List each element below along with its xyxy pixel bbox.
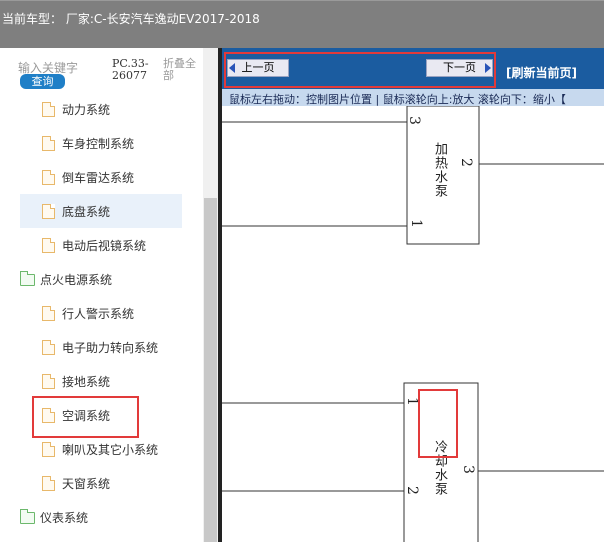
pin-label: 2 <box>404 486 420 495</box>
highlight-box-page-nav <box>224 52 496 88</box>
sidebar: 查询 PC.33-26077 折叠全部 动力系统 车身控制系统 倒车雷达系统 底… <box>0 48 203 542</box>
collapse-all-link[interactable]: 折叠全部 <box>163 58 201 82</box>
folder-icon <box>20 509 35 524</box>
file-icon <box>42 204 55 219</box>
file-icon <box>42 476 55 491</box>
file-icon <box>42 136 55 151</box>
tree-folder-instrument[interactable]: 仪表系统 <box>0 500 203 534</box>
tree-item-pedestrian-alert[interactable]: 行人警示系统 <box>0 296 203 330</box>
tree-item-label: 喇叭及其它小系统 <box>62 443 159 457</box>
mouse-hint: 鼠标左右拖动：控制图片位置 | 鼠标滚轮向上:放大 滚轮向下：缩小【 <box>229 93 566 106</box>
tree-item-body-control[interactable]: 车身控制系统 <box>0 126 203 160</box>
pin-label: 2 <box>458 158 474 167</box>
tree-item-label: 底盘系统 <box>62 205 111 219</box>
tree-item-label: 天窗系统 <box>62 477 111 491</box>
wiring-diagram[interactable]: 3 2 1 1 3 2 加热水泵 冷却水泵 <box>222 106 604 542</box>
file-icon <box>42 340 55 355</box>
tree-item-parking-radar[interactable]: 倒车雷达系统 <box>0 160 203 194</box>
tree-item-label: 行人警示系统 <box>62 307 135 321</box>
heater-pump-label: 加热水泵 <box>432 142 447 198</box>
tree-item-label: 电动后视镜系统 <box>62 239 147 253</box>
document-code: PC.33-26077 <box>112 57 149 82</box>
tree-item-label: 车身控制系统 <box>62 137 135 151</box>
folder-icon <box>20 271 35 286</box>
file-icon <box>42 102 55 117</box>
diagram-viewer: 上一页 下一页 [刷新当前页] 鼠标左右拖动：控制图片位置 | 鼠标滚轮向上:放… <box>222 48 604 542</box>
file-icon <box>42 170 55 185</box>
highlight-box-air-conditioning <box>32 396 139 438</box>
sidebar-scrollbar[interactable] <box>203 48 218 542</box>
tree-item-power-mirror[interactable]: 电动后视镜系统 <box>0 228 203 262</box>
tree-item-label: 动力系统 <box>62 103 111 117</box>
search-row: 查询 PC.33-26077 折叠全部 <box>0 48 203 92</box>
refresh-page-link[interactable]: [刷新当前页] <box>506 64 577 81</box>
tree-item-label: 仪表系统 <box>40 511 89 525</box>
file-icon <box>42 442 55 457</box>
tree-item-label: 电子助力转向系统 <box>62 341 159 355</box>
pin-label: 3 <box>460 465 476 474</box>
highlight-box-coolant-pump <box>418 389 458 458</box>
hint-bar: 鼠标左右拖动：控制图片位置 | 鼠标滚轮向上:放大 滚轮向下：缩小【 <box>222 89 604 106</box>
tree-item-label: 点火电源系统 <box>40 273 113 287</box>
search-button[interactable]: 查询 <box>20 74 65 89</box>
title-bar: 当前车型： 厂家:C-长安汽车逸动EV2017-2018 <box>0 0 604 48</box>
tree-item-sunroof[interactable]: 天窗系统 <box>0 466 203 500</box>
tree-item-label: 接地系统 <box>62 375 111 389</box>
tree-folder-ignition-power[interactable]: 点火电源系统 <box>0 262 203 296</box>
file-icon <box>42 306 55 321</box>
scrollbar-thumb[interactable] <box>204 198 217 542</box>
tree-item-ground[interactable]: 接地系统 <box>0 364 203 398</box>
tree-item-chassis[interactable]: 底盘系统 <box>20 194 182 228</box>
pin-label: 1 <box>408 219 424 228</box>
wiring-diagram-svg: 3 2 1 1 3 2 <box>222 106 604 542</box>
pin-label: 3 <box>406 116 422 125</box>
file-icon <box>42 238 55 253</box>
file-icon <box>42 374 55 389</box>
tree-item-label: 倒车雷达系统 <box>62 171 135 185</box>
tree-item-powertrain[interactable]: 动力系统 <box>0 92 203 126</box>
tree-item-eps[interactable]: 电子助力转向系统 <box>0 330 203 364</box>
current-vehicle: 当前车型： 厂家:C-长安汽车逸动EV2017-2018 <box>2 12 260 26</box>
